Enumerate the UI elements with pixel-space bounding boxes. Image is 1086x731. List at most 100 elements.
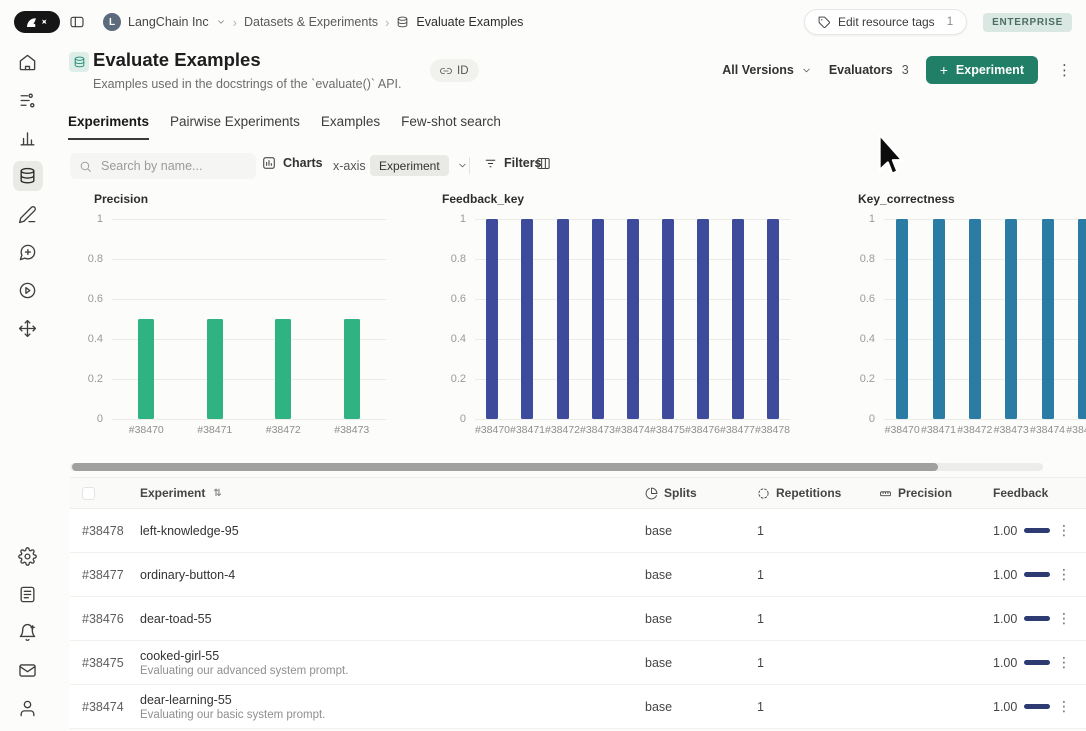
row-menu-button[interactable]: ⋮ (1057, 654, 1086, 671)
bar-#38473[interactable] (591, 219, 604, 419)
org-avatar: L (103, 13, 121, 31)
experiment-name-cell[interactable]: left-knowledge-95 (128, 524, 645, 538)
sidebar-item-notifications[interactable] (13, 617, 43, 647)
copy-id-button[interactable]: ID (430, 59, 479, 82)
experiment-name-cell[interactable]: ordinary-button-4 (128, 568, 645, 582)
row-menu-button[interactable]: ⋮ (1057, 522, 1086, 539)
tab-pairwise-experiments[interactable]: Pairwise Experiments (170, 114, 300, 140)
mail-icon (19, 663, 36, 677)
langsmith-logo[interactable] (14, 11, 60, 33)
bar-#38473[interactable] (343, 319, 360, 419)
column-header-splits[interactable]: Splits (645, 486, 757, 500)
y-tick-label: 0 (868, 412, 875, 425)
sidebar-item-datasets-experiments[interactable] (12, 161, 43, 191)
breadcrumb-org[interactable]: LangChain Inc (128, 15, 209, 29)
plot-area (475, 219, 790, 420)
select-all-cell[interactable] (70, 486, 128, 500)
tab-experiments[interactable]: Experiments (68, 114, 150, 140)
bar-#38475[interactable] (1077, 219, 1086, 419)
bar-#38471[interactable] (206, 319, 223, 419)
column-header-feedback[interactable]: Feedback (993, 486, 1057, 500)
table-row[interactable]: #38477 ordinary-button-4 base 1 1.00 ⋮ (70, 553, 1086, 597)
sidebar-item-monitoring[interactable] (13, 123, 43, 153)
columns-button[interactable] (536, 156, 551, 171)
column-header-experiment[interactable]: Experiment ⇅ (128, 486, 645, 500)
chart-title: Feedback_key (442, 192, 525, 206)
search-input[interactable] (99, 158, 247, 174)
sidebar-item-deployments[interactable] (13, 313, 43, 343)
y-axis: 1 0.8 0.6 0.4 0.2 0 (850, 213, 884, 425)
x-tick-label: #38474 (614, 424, 651, 436)
sidebar-item-settings[interactable] (13, 541, 43, 571)
sidebar-item-tracing-projects[interactable] (13, 85, 43, 115)
splits-header-label: Splits (664, 486, 697, 500)
experiment-name-cell[interactable]: cooked-girl-55 Evaluating our advanced s… (128, 649, 645, 677)
bar-#38470[interactable] (896, 219, 909, 419)
experiment-name[interactable]: cooked-girl-55 (140, 649, 645, 663)
table-row[interactable]: #38474 dear-learning-55 Evaluating our b… (70, 685, 1086, 729)
row-menu-button[interactable]: ⋮ (1057, 698, 1086, 715)
experiment-name[interactable]: dear-learning-55 (140, 693, 645, 707)
sidebar-item-playground[interactable] (13, 275, 43, 305)
tab-examples[interactable]: Examples (321, 114, 380, 140)
bar-#38474[interactable] (626, 219, 639, 419)
row-menu-button[interactable]: ⋮ (1057, 610, 1086, 627)
tab-few-shot-search[interactable]: Few-shot search (401, 114, 501, 140)
chevron-down-icon[interactable] (216, 17, 226, 27)
bar-#38471[interactable] (521, 219, 534, 419)
new-experiment-button[interactable]: + Experiment (925, 56, 1038, 84)
edit-resource-tags-button[interactable]: Edit resource tags 1 (803, 9, 968, 35)
repetitions-value: 1 (757, 611, 764, 626)
table-row[interactable]: #38476 dear-toad-55 base 1 1.00 ⋮ (70, 597, 1086, 641)
sidebar-item-prompts[interactable] (13, 237, 43, 267)
experiment-name[interactable]: ordinary-button-4 (140, 568, 645, 582)
bar-#38477[interactable] (731, 219, 744, 419)
sidebar-item-profile[interactable] (13, 693, 43, 723)
bar-#38470[interactable] (486, 219, 499, 419)
sidebar-item-mail[interactable] (13, 655, 43, 685)
filters-button[interactable]: Filters (484, 156, 542, 170)
bar-#38473[interactable] (1005, 219, 1018, 419)
bar-#38471[interactable] (932, 219, 945, 419)
sidebar-item-annotation-queues[interactable] (13, 199, 43, 229)
y-tick-label: 0 (96, 412, 103, 425)
versions-dropdown[interactable]: All Versions (722, 63, 812, 77)
charts-toggle-button[interactable]: Charts (262, 156, 323, 170)
bar-#38478[interactable] (766, 219, 779, 419)
bar-#38472[interactable] (556, 219, 569, 419)
bar-#38470[interactable] (138, 319, 155, 419)
sidebar-item-home[interactable] (13, 47, 43, 77)
y-tick-label: 0.4 (450, 332, 466, 345)
experiment-name[interactable]: left-knowledge-95 (140, 524, 645, 538)
breadcrumb-datasets-experiments[interactable]: Datasets & Experiments (244, 15, 378, 29)
chart-precision: Precision 1 0.8 0.6 0.4 0.2 0 #38470 #38471 #3847… (76, 192, 386, 454)
table-row[interactable]: #38478 left-knowledge-95 base 1 1.00 ⋮ (70, 509, 1086, 553)
select-all-checkbox[interactable] (82, 486, 95, 500)
column-header-repetitions[interactable]: Repetitions (757, 486, 879, 500)
bar-#38476[interactable] (696, 219, 709, 419)
bar-#38472[interactable] (275, 319, 292, 419)
sidebar-item-docs[interactable] (13, 579, 43, 609)
y-tick-label: 0 (459, 412, 466, 425)
evaluators-button[interactable]: Evaluators 3 (829, 63, 909, 77)
experiment-name-cell[interactable]: dear-learning-55 Evaluating our basic sy… (128, 693, 645, 721)
sidebar-toggle-icon[interactable] (69, 14, 85, 30)
table-row[interactable]: #38475 cooked-girl-55 Evaluating our adv… (70, 641, 1086, 685)
row-menu-button[interactable]: ⋮ (1057, 566, 1086, 583)
bar-#38475[interactable] (661, 219, 674, 419)
header-actions: All Versions Evaluators 3 + Experiment ⋮ (722, 56, 1074, 84)
docs-icon (20, 586, 35, 602)
bar-#38472[interactable] (968, 219, 981, 419)
experiment-name-cell[interactable]: dear-toad-55 (128, 612, 645, 626)
horizontal-scrollbar-thumb[interactable] (72, 463, 938, 471)
sort-icon[interactable]: ⇅ (213, 488, 221, 499)
xaxis-dropdown[interactable]: Experiment (370, 155, 468, 176)
feedback-header-label: Feedback (993, 486, 1049, 500)
feedback-cell: 1.00 (993, 700, 1057, 714)
column-header-precision[interactable]: Precision (879, 486, 993, 500)
bar-#38474[interactable] (1041, 219, 1054, 419)
x-tick-label: #38471 (509, 424, 546, 436)
evaluators-label: Evaluators (828, 63, 893, 77)
experiment-name[interactable]: dear-toad-55 (140, 612, 645, 626)
more-options-button[interactable]: ⋮ (1055, 61, 1074, 79)
